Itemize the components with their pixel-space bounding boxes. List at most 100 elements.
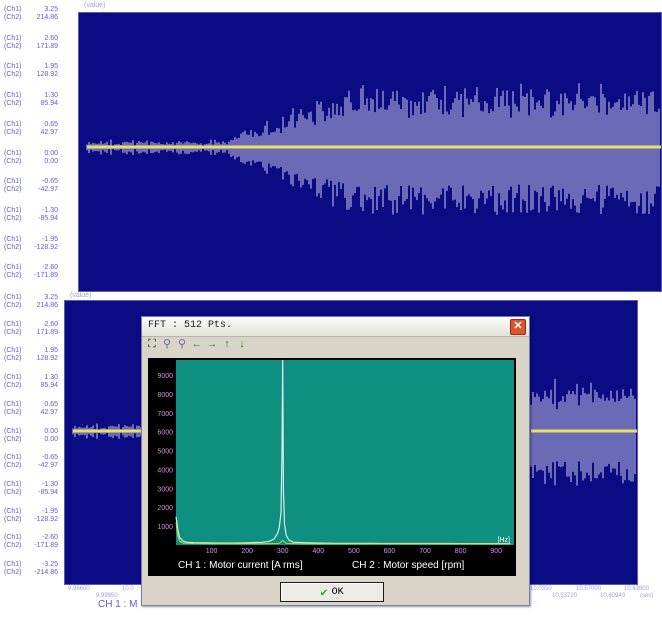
zoom-out-icon[interactable]: ⚲	[176, 338, 188, 350]
axis-value: -0.65	[42, 454, 58, 462]
y-axis-label-ch1: (Ch1) -3.25	[4, 561, 62, 569]
y-axis-label-pair: (Ch1) 0.65 (Ch2) 42.97	[4, 121, 62, 137]
axis-value: -85.94	[38, 214, 58, 222]
zoom-in-icon[interactable]: ⚲	[161, 338, 173, 350]
y-axis-label-pair: (Ch1) -3.25 (Ch2) -214.86	[4, 561, 62, 577]
axis-value: 1.95	[44, 63, 58, 71]
axis-value: -214.86	[34, 569, 58, 576]
y-axis-label-pair: (Ch1) 2.60 (Ch2) 171.89	[4, 321, 62, 337]
channel-tag: (Ch1)	[4, 294, 22, 301]
arrow-down-icon[interactable]: ↓	[236, 338, 248, 350]
x-tick-label: 600	[384, 548, 396, 555]
y-axis-label-pair: (Ch1) 1.30 (Ch2) 85.94	[4, 92, 62, 108]
y-tick-label: 1000	[157, 524, 173, 531]
y-axis-label-ch2: (Ch2) -85.94	[4, 489, 62, 497]
y-axis-label-pair: (Ch1) -2.60 (Ch2) -171.89	[4, 264, 62, 280]
ok-button[interactable]: ✔ OK	[280, 582, 384, 602]
channel-tag: (Ch1)	[4, 6, 22, 13]
y-axis-label-pair: (Ch1) 1.95 (Ch2) 128.92	[4, 63, 62, 79]
channel-tag: (Ch1)	[4, 347, 22, 355]
bottom-x-tick: 10.63800	[624, 586, 650, 592]
axis-value: -1.30	[42, 206, 58, 214]
channel-tag: (Ch1)	[4, 120, 22, 128]
channel-tag: (Ch1)	[4, 561, 22, 568]
y-axis-label-ch2: (Ch2) 42.97	[4, 409, 62, 417]
channel-tag: (Ch2)	[4, 488, 22, 496]
axis-value: -3.25	[42, 561, 58, 568]
y-axis-label-ch1: (Ch1) 1.30	[4, 374, 62, 382]
axis-value: -42.97	[38, 462, 58, 470]
axis-value: 42.97	[40, 408, 58, 416]
x-tick-label: 500	[348, 548, 360, 555]
channel-tag: (Ch2)	[4, 542, 22, 550]
arrow-up-icon[interactable]: ↑	[221, 338, 233, 350]
dialog-titlebar[interactable]: FFT : 512 Pts. ✕	[142, 317, 529, 337]
y-axis-label-ch2: (Ch2) 0.00	[4, 158, 62, 166]
channel-tag: (Ch1)	[4, 206, 22, 214]
legend-entry-ch2: CH 2 : Motor speed [rpm]	[352, 560, 464, 571]
axis-value: -2.60	[42, 534, 58, 542]
axis-value: 1.30	[44, 374, 58, 382]
y-axis-label-pair: (Ch1) 3.25 (Ch2) 214.86	[4, 6, 62, 22]
axis-value: -85.94	[38, 488, 58, 496]
axis-value: 214.86	[36, 302, 58, 309]
fft-dialog[interactable]: FFT : 512 Pts. ✕ ⛶ ⚲ ⚲ ← → ↑ ↓ 1000 2000 3…	[141, 316, 530, 606]
y-axis-label-ch2: (Ch2) -42.97	[4, 462, 62, 470]
channel-tag: (Ch2)	[4, 157, 22, 165]
axis-value: 0.00	[44, 149, 58, 157]
channel-tag: (Ch1)	[4, 92, 22, 100]
channel-tag: (Ch1)	[4, 178, 22, 186]
bottom-chart-unit-label: (value)	[70, 292, 92, 299]
axis-value: -1.95	[42, 235, 58, 243]
dialog-title: FFT : 512 Pts.	[148, 320, 233, 331]
arrow-right-icon[interactable]: →	[206, 338, 218, 350]
channel-tag: (Ch2)	[4, 302, 22, 309]
y-axis-label-ch2: (Ch2) 85.94	[4, 382, 62, 390]
axis-value: 128.92	[36, 71, 58, 79]
y-axis-label-ch1: (Ch1) 0.65	[4, 401, 62, 409]
y-axis-label-ch2: (Ch2) 171.89	[4, 43, 62, 51]
channel-tag: (Ch2)	[4, 515, 22, 523]
y-tick-label: 4000	[157, 467, 173, 474]
y-axis-label-ch2: (Ch2) 171.89	[4, 329, 62, 337]
channel-tag: (Ch2)	[4, 408, 22, 416]
y-axis-label-ch2: (Ch2) 0.00	[4, 436, 62, 444]
y-axis-label-ch1: (Ch1) 3.25	[4, 6, 62, 14]
axis-value: -128.92	[34, 515, 58, 523]
channel-tag: (Ch2)	[4, 355, 22, 363]
y-axis-label-ch2: (Ch2) 128.92	[4, 355, 62, 363]
y-tick-label: 8000	[157, 392, 173, 399]
bottom-x-tick: 10.60940	[600, 593, 626, 599]
channel-tag: (Ch2)	[4, 128, 22, 136]
arrow-left-icon[interactable]: ←	[191, 338, 203, 350]
axis-value: 0.65	[44, 400, 58, 408]
fft-chart: 1000 2000 3000 4000 5000 6000 7000 8000 9000 100 2…	[157, 359, 514, 571]
channel-tag: (Ch1)	[4, 235, 22, 243]
y-axis-label-pair: (Ch1) 1.95 (Ch2) 128.92	[4, 347, 62, 363]
y-axis-label-ch1: (Ch1) -1.95	[4, 508, 62, 516]
y-axis-label-ch2: (Ch2) 214.86	[4, 14, 62, 22]
fit-all-icon[interactable]: ⛶	[146, 338, 158, 350]
channel-tag: (Ch2)	[4, 14, 22, 21]
channel-tag: (Ch2)	[4, 186, 22, 194]
axis-value: 171.89	[36, 328, 58, 336]
close-button[interactable]: ✕	[510, 319, 526, 335]
y-axis-label-ch2: (Ch2) -214.86	[4, 569, 62, 577]
y-axis-label-ch2: (Ch2) -42.97	[4, 186, 62, 194]
y-axis-label-ch1: (Ch1) -1.95	[4, 236, 62, 244]
channel-tag: (Ch2)	[4, 382, 22, 390]
dialog-toolbar: ⛶ ⚲ ⚲ ← → ↑ ↓	[146, 338, 248, 352]
axis-value: -2.60	[42, 264, 58, 272]
y-axis-label-pair: (Ch1) 0.65 (Ch2) 42.97	[4, 401, 62, 417]
y-axis-label-pair: (Ch1) -1.30 (Ch2) -85.94	[4, 481, 62, 497]
axis-value: 2.60	[44, 320, 58, 328]
axis-value: -0.65	[42, 178, 58, 186]
y-axis-label-pair: (Ch1) -0.65 (Ch2) -42.97	[4, 454, 62, 470]
channel-tag: (Ch2)	[4, 272, 22, 280]
fft-plot-area[interactable]: 1000 2000 3000 4000 5000 6000 7000 8000 9000 100 2…	[148, 358, 516, 576]
y-axis-label-ch1: (Ch1) -1.30	[4, 481, 62, 489]
x-tick-label: 800	[455, 548, 467, 555]
channel-tag: (Ch1)	[4, 34, 22, 42]
x-tick-label: 900	[490, 548, 502, 555]
top-waveform-plot[interactable]	[78, 12, 662, 292]
